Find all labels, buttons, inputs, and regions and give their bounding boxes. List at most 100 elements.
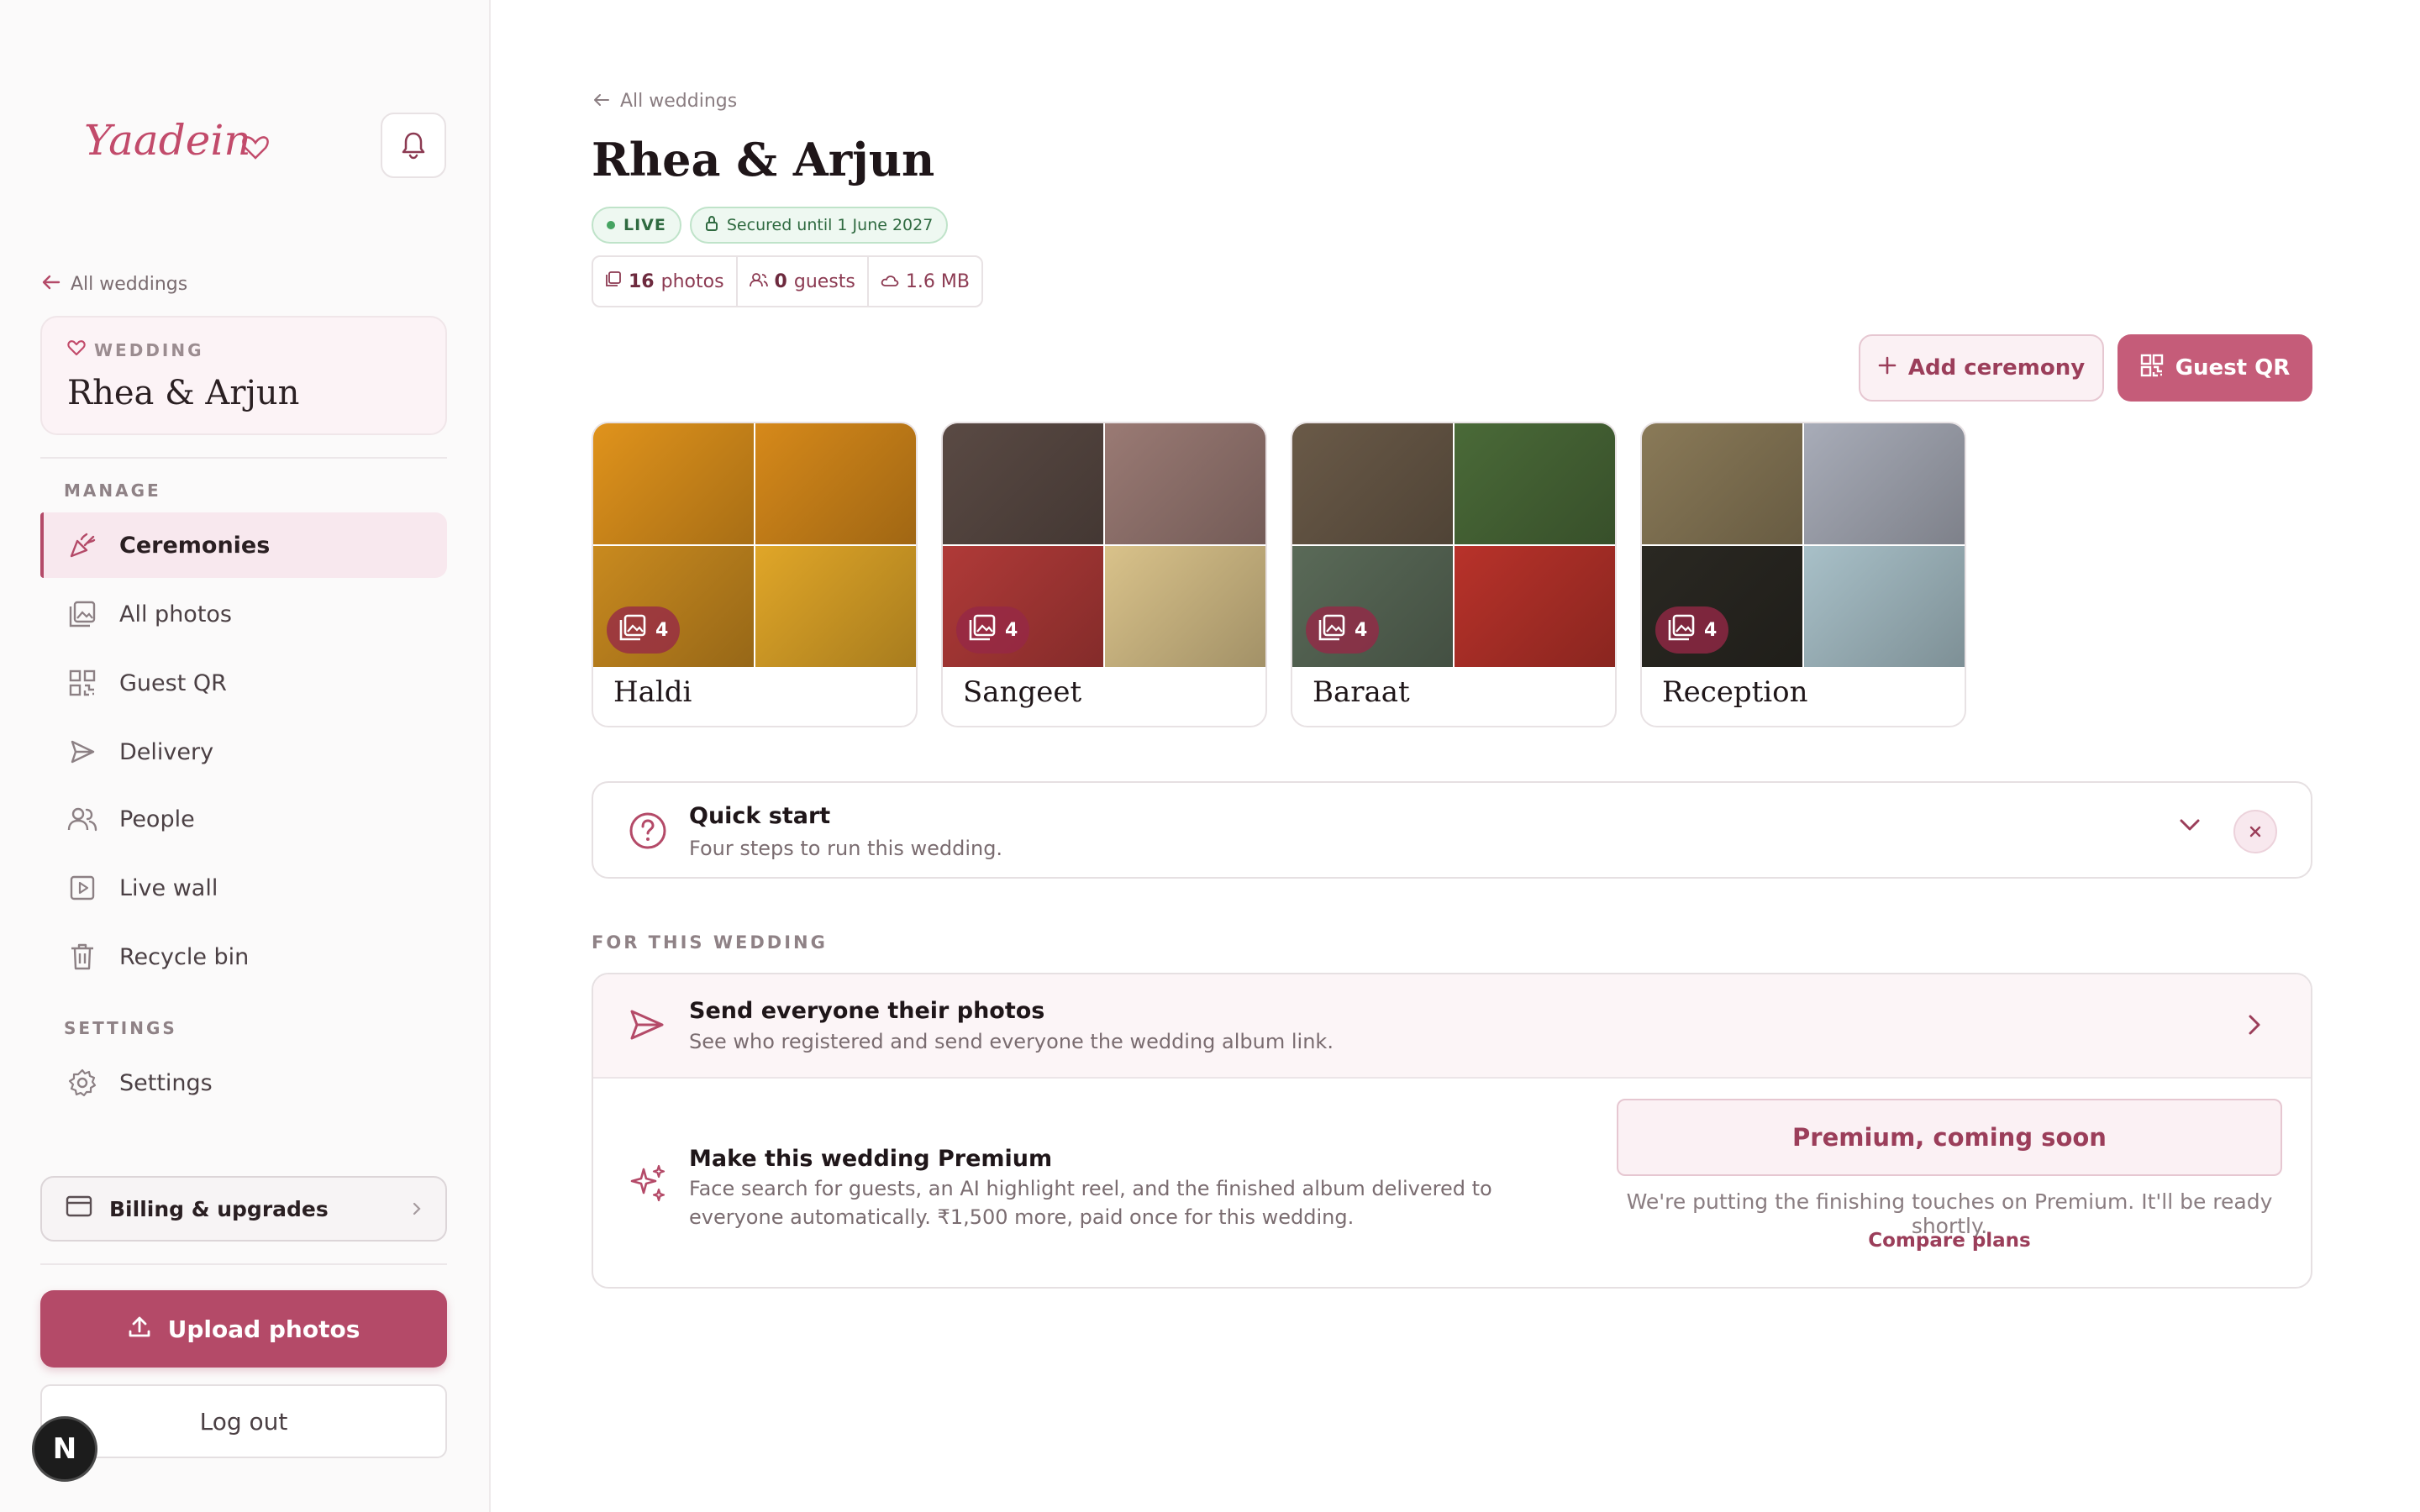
ceremony-card-reception[interactable]: 4 Reception: [1640, 422, 1966, 727]
logout-button[interactable]: Log out: [40, 1384, 447, 1458]
photos-label: photos: [660, 270, 724, 292]
billing-button[interactable]: Billing & upgrades: [40, 1176, 447, 1242]
bell-icon: [402, 132, 425, 160]
main-back-label: All weddings: [620, 91, 738, 112]
wedding-card: WEDDING Rhea & Arjun: [40, 316, 447, 435]
sidebar-item-guest-qr[interactable]: Guest QR: [40, 650, 447, 716]
photo-thumbnail: [1105, 423, 1265, 544]
sidebar: Yaadein All weddings WEDDING Rhea & Arju…: [0, 0, 491, 1512]
ceremony-card-baraat[interactable]: 4 Baraat: [1291, 422, 1617, 727]
settings-section-label: SETTINGS: [64, 1018, 177, 1038]
lock-icon: [705, 215, 718, 236]
premium-coming-soon-button[interactable]: Premium, coming soon: [1617, 1099, 2282, 1176]
images-icon: [605, 270, 622, 292]
wedding-card-label-row: WEDDING: [67, 339, 420, 360]
photo-thumbnail: [593, 423, 754, 544]
close-button[interactable]: [2233, 810, 2277, 853]
guests-stat: 0 guests: [738, 257, 869, 306]
premium-row: Make this wedding Premium Face search fo…: [593, 1079, 2311, 1287]
quick-start-panel[interactable]: Quick start Four steps to run this weddi…: [592, 781, 2312, 879]
ceremony-name: Haldi: [613, 675, 692, 709]
premium-title: Make this wedding Premium: [689, 1146, 1053, 1172]
logo-image: Yaadein: [84, 116, 269, 165]
sidebar-divider: [40, 1263, 447, 1265]
party-popper-icon: [67, 530, 97, 560]
sidebar-item-label: Ceremonies: [119, 532, 271, 559]
photo-thumbnail: [755, 546, 916, 667]
photo-count: 4: [1355, 619, 1368, 641]
upload-label: Upload photos: [167, 1315, 360, 1343]
status-badges: LIVE Secured until 1 June 2027: [592, 207, 949, 244]
photo-count-badge: 4: [1655, 606, 1729, 654]
chevron-down-icon[interactable]: [2178, 816, 2202, 837]
wedding-card-label: WEDDING: [94, 339, 204, 360]
images-icon: [67, 599, 97, 629]
gear-icon: [67, 1068, 97, 1098]
close-icon: [2249, 822, 2261, 843]
svg-text:Yaadein: Yaadein: [84, 116, 251, 165]
notifications-button[interactable]: [381, 113, 446, 178]
ceremony-name: Baraat: [1313, 675, 1410, 709]
images-icon: [1667, 613, 1696, 647]
sidebar-item-delivery[interactable]: Delivery: [40, 719, 447, 785]
photo-thumbnail: [943, 423, 1103, 544]
help-circle-icon: [629, 811, 667, 853]
page-title: Rhea & Arjun: [592, 133, 935, 186]
photo-thumbnail: [1804, 423, 1965, 544]
add-ceremony-label: Add ceremony: [1907, 355, 2086, 381]
manage-section-label: MANAGE: [64, 480, 161, 501]
guest-qr-button[interactable]: Guest QR: [2118, 334, 2312, 402]
credit-card-icon: [66, 1195, 92, 1222]
guest-qr-label: Guest QR: [2175, 355, 2291, 381]
secured-badge: Secured until 1 June 2027: [689, 207, 949, 244]
sidebar-item-live-wall[interactable]: Live wall: [40, 855, 447, 921]
photo-thumbnail: [1455, 546, 1615, 667]
upload-photos-button[interactable]: Upload photos: [40, 1290, 447, 1368]
ceremony-card-haldi[interactable]: 4 Haldi: [592, 422, 918, 727]
live-label: LIVE: [623, 216, 666, 234]
users-icon: [749, 271, 768, 292]
photo-count: 4: [1005, 619, 1018, 641]
chevron-right-icon: [2247, 1013, 2262, 1040]
trash-icon: [67, 942, 97, 972]
sidebar-item-recycle-bin[interactable]: Recycle bin: [40, 924, 447, 990]
storage-size: 1.6 MB: [905, 270, 970, 292]
sidebar-item-label: All photos: [119, 601, 232, 627]
ceremony-card-sangeet[interactable]: 4 Sangeet: [941, 422, 1267, 727]
send-title: Send everyone their photos: [689, 998, 1045, 1024]
sidebar-divider: [40, 457, 447, 459]
photo-thumbnail: [1455, 423, 1615, 544]
photo-thumbnail: [1804, 546, 1965, 667]
photo-count-badge: 4: [1306, 606, 1380, 654]
secured-label: Secured until 1 June 2027: [726, 216, 934, 234]
dev-tools-badge[interactable]: N: [32, 1416, 97, 1482]
upload-icon: [128, 1315, 151, 1344]
wedding-name: Rhea & Arjun: [67, 374, 300, 412]
for-this-wedding-label: FOR THIS WEDDING: [592, 932, 828, 953]
sidebar-item-label: Delivery: [119, 738, 214, 765]
images-icon: [618, 613, 647, 647]
sidebar-item-label: Recycle bin: [119, 943, 250, 970]
photo-thumbnail: [1642, 423, 1802, 544]
photos-stat: 16 photos: [593, 257, 738, 306]
send-photos-row[interactable]: Send everyone their photos See who regis…: [593, 974, 2311, 1079]
sidebar-item-ceremonies[interactable]: Ceremonies: [40, 512, 447, 578]
photo-thumbnail: [1292, 423, 1453, 544]
sidebar-item-settings[interactable]: Settings: [40, 1050, 447, 1116]
for-this-wedding-card: Send everyone their photos See who regis…: [592, 973, 2312, 1289]
live-dot: [607, 221, 615, 229]
sidebar-item-people[interactable]: People: [40, 786, 447, 852]
photo-count-badge: 4: [607, 606, 681, 654]
sidebar-back-link[interactable]: All weddings: [42, 274, 187, 295]
brand-logo[interactable]: Yaadein: [81, 99, 282, 183]
plus-icon: [1878, 355, 1897, 381]
sidebar-item-all-photos[interactable]: All photos: [40, 581, 447, 647]
photo-thumbnail: [1105, 546, 1265, 667]
guests-count: 0: [774, 270, 787, 292]
main-back-link[interactable]: All weddings: [593, 91, 737, 112]
ceremony-name: Sangeet: [963, 675, 1082, 709]
compare-plans-link[interactable]: Compare plans: [1617, 1230, 2282, 1252]
sidebar-item-label: Settings: [119, 1069, 213, 1096]
add-ceremony-button[interactable]: Add ceremony: [1859, 334, 2104, 402]
photos-count: 16: [629, 270, 655, 292]
